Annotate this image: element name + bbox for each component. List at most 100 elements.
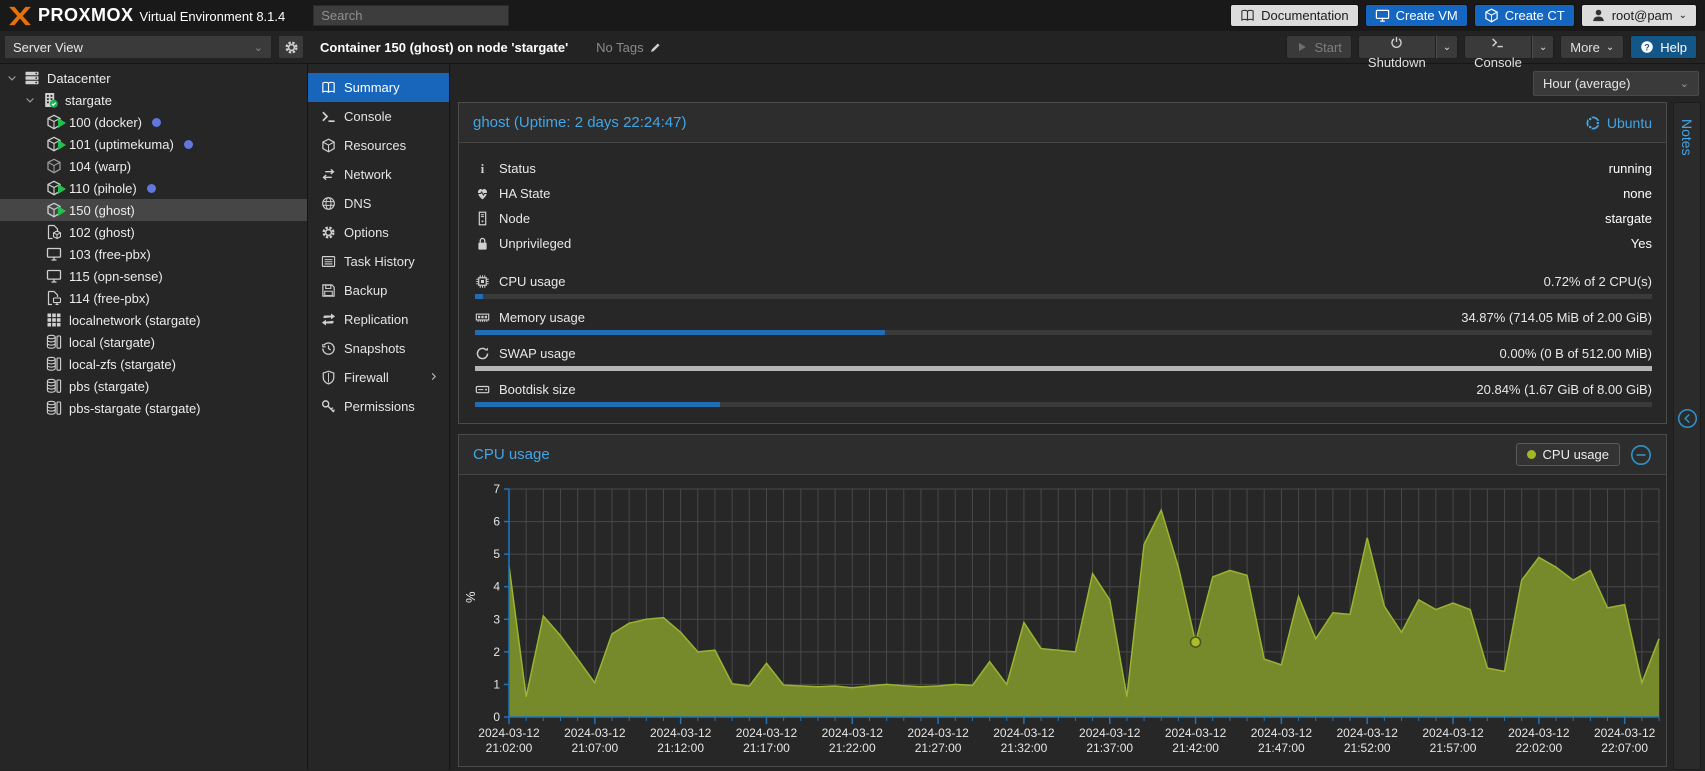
swap-usage-row: SWAP usage 0.00% (0 B of 512.00 MiB) bbox=[475, 343, 1652, 371]
lxc-template-icon bbox=[46, 224, 62, 240]
tab-console[interactable]: Console bbox=[308, 102, 449, 131]
menu-label: Summary bbox=[344, 80, 400, 95]
svg-text:0: 0 bbox=[493, 710, 500, 724]
tab-backup[interactable]: Backup bbox=[308, 276, 449, 305]
tab-network[interactable]: Network bbox=[308, 160, 449, 189]
svg-text:21:47:00: 21:47:00 bbox=[1258, 741, 1305, 755]
tree-item-storage-local[interactable]: local (stargate) bbox=[0, 331, 307, 353]
svg-text:21:27:00: 21:27:00 bbox=[915, 741, 962, 755]
top-header-bar: PROXMOX Virtual Environment 8.1.4 Docume… bbox=[0, 0, 1705, 31]
svg-text:21:42:00: 21:42:00 bbox=[1172, 741, 1219, 755]
tree-item-ct-101[interactable]: 101 (uptimekuma) bbox=[0, 133, 307, 155]
status-value: running bbox=[1609, 161, 1652, 176]
shutdown-button[interactable]: Shutdown bbox=[1358, 35, 1436, 59]
tab-permissions[interactable]: Permissions bbox=[308, 392, 449, 421]
tree-item-datacenter[interactable]: Datacenter bbox=[0, 67, 307, 89]
running-play-icon bbox=[58, 206, 66, 216]
menu-label: Console bbox=[344, 109, 392, 124]
tag-dot bbox=[184, 140, 193, 149]
menu-label: Network bbox=[344, 167, 392, 182]
collapse-chart-icon[interactable] bbox=[1630, 444, 1652, 466]
tab-firewall[interactable]: Firewall bbox=[308, 363, 449, 392]
time-range-select[interactable]: Hour (average) ⌄ bbox=[1533, 71, 1699, 96]
running-play-icon bbox=[58, 140, 66, 150]
time-range-label: Hour (average) bbox=[1543, 76, 1630, 91]
memory-usage-row: Memory usage 34.87% (714.05 MiB of 2.00 … bbox=[475, 307, 1652, 335]
console-dropdown-button[interactable]: ⌄ bbox=[1532, 35, 1554, 59]
tree-item-storage-pbs-stargate[interactable]: pbs-stargate (stargate) bbox=[0, 397, 307, 419]
svg-text:2024-03-12: 2024-03-12 bbox=[1337, 726, 1399, 740]
start-button[interactable]: Start bbox=[1286, 35, 1351, 59]
tree-item-storage-local-zfs[interactable]: local-zfs (stargate) bbox=[0, 353, 307, 375]
tree-item-vm-114-template[interactable]: 114 (free-pbx) bbox=[0, 287, 307, 309]
tab-replication[interactable]: Replication bbox=[308, 305, 449, 334]
cpu-progress-bar bbox=[475, 294, 1652, 299]
tree-item-vm-115[interactable]: 115 (opn-sense) bbox=[0, 265, 307, 287]
row-label: HA State bbox=[499, 186, 550, 201]
tree-item-label: 103 (free-pbx) bbox=[69, 247, 151, 262]
tree-item-ct-102-template[interactable]: 102 (ghost) bbox=[0, 221, 307, 243]
tree-item-label: 114 (free-pbx) bbox=[69, 291, 150, 306]
chevron-down-icon: ⌄ bbox=[1443, 42, 1451, 53]
shutdown-dropdown-button[interactable]: ⌄ bbox=[1436, 35, 1458, 59]
cpu-usage-row: CPU usage 0.72% of 2 CPU(s) bbox=[475, 271, 1652, 299]
tree-item-vm-103[interactable]: 103 (free-pbx) bbox=[0, 243, 307, 265]
pencil-icon[interactable] bbox=[649, 41, 662, 54]
swap-icon bbox=[475, 346, 490, 361]
datacenter-icon bbox=[24, 70, 40, 86]
memory-icon bbox=[475, 310, 490, 325]
tree-item-ct-100[interactable]: 100 (docker) bbox=[0, 111, 307, 133]
caret-down-icon[interactable] bbox=[6, 72, 18, 84]
legend-dot bbox=[1527, 450, 1536, 459]
tab-snapshots[interactable]: Snapshots bbox=[308, 334, 449, 363]
view-mode-select[interactable]: Server View ⌄ bbox=[4, 35, 272, 59]
tree-item-storage-pbs[interactable]: pbs (stargate) bbox=[0, 375, 307, 397]
svg-text:2: 2 bbox=[493, 645, 500, 659]
status-panel: ghost (Uptime: 2 days 22:24:47) Ubuntu S… bbox=[458, 102, 1667, 424]
storage-icon bbox=[46, 378, 62, 394]
notes-tab[interactable]: Notes bbox=[1679, 109, 1695, 156]
expand-notes-icon[interactable] bbox=[1677, 408, 1698, 429]
documentation-button[interactable]: Documentation bbox=[1230, 4, 1358, 27]
help-button[interactable]: Help bbox=[1630, 35, 1697, 59]
tab-summary[interactable]: Summary bbox=[308, 73, 449, 102]
tab-task-history[interactable]: Task History bbox=[308, 247, 449, 276]
section-menu: Summary Console Resources Network DNS Op… bbox=[308, 64, 450, 770]
cpu-usage-chart[interactable]: 012345672024-03-1221:02:002024-03-1221:0… bbox=[463, 479, 1669, 763]
bootdisk-value: 20.84% (1.67 GiB of 8.00 GiB) bbox=[1476, 382, 1652, 397]
repeat-icon bbox=[321, 312, 336, 327]
storage-icon bbox=[46, 356, 62, 372]
running-play-icon bbox=[58, 118, 66, 128]
tree-item-label: Datacenter bbox=[47, 71, 111, 86]
view-settings-button[interactable] bbox=[278, 35, 304, 59]
disk-icon bbox=[475, 382, 490, 397]
monitor-icon bbox=[1375, 8, 1390, 23]
user-menu-button[interactable]: root@pam ⌄ bbox=[1581, 4, 1697, 27]
more-button[interactable]: More ⌄ bbox=[1560, 35, 1624, 59]
svg-text:21:57:00: 21:57:00 bbox=[1430, 741, 1477, 755]
svg-text:2024-03-12: 2024-03-12 bbox=[564, 726, 626, 740]
vm-stopped-icon bbox=[46, 246, 62, 262]
search-input[interactable] bbox=[313, 5, 509, 26]
tree-item-label: stargate bbox=[65, 93, 112, 108]
tab-options[interactable]: Options bbox=[308, 218, 449, 247]
breadcrumb: Container 150 (ghost) on node 'stargate' bbox=[320, 40, 568, 55]
create-ct-button[interactable]: Create CT bbox=[1474, 4, 1575, 27]
shield-icon bbox=[321, 370, 336, 385]
tree-item-node-stargate[interactable]: stargate bbox=[0, 89, 307, 111]
more-label: More bbox=[1570, 40, 1600, 55]
tree-item-ct-104[interactable]: 104 (warp) bbox=[0, 155, 307, 177]
power-icon bbox=[1390, 36, 1403, 49]
tab-dns[interactable]: DNS bbox=[308, 189, 449, 218]
create-vm-button[interactable]: Create VM bbox=[1365, 4, 1468, 27]
console-button[interactable]: Console bbox=[1464, 35, 1532, 59]
tab-resources[interactable]: Resources bbox=[308, 131, 449, 160]
chevron-down-icon: ⌄ bbox=[1539, 42, 1547, 53]
caret-down-icon[interactable] bbox=[24, 94, 36, 106]
menu-label: Replication bbox=[344, 312, 408, 327]
bootdisk-progress-bar bbox=[475, 402, 1652, 407]
chart-legend-button[interactable]: CPU usage bbox=[1516, 443, 1620, 466]
tree-item-ct-110[interactable]: 110 (pihole) bbox=[0, 177, 307, 199]
tree-item-localnetwork[interactable]: localnetwork (stargate) bbox=[0, 309, 307, 331]
tree-item-ct-150[interactable]: 150 (ghost) bbox=[0, 199, 307, 221]
